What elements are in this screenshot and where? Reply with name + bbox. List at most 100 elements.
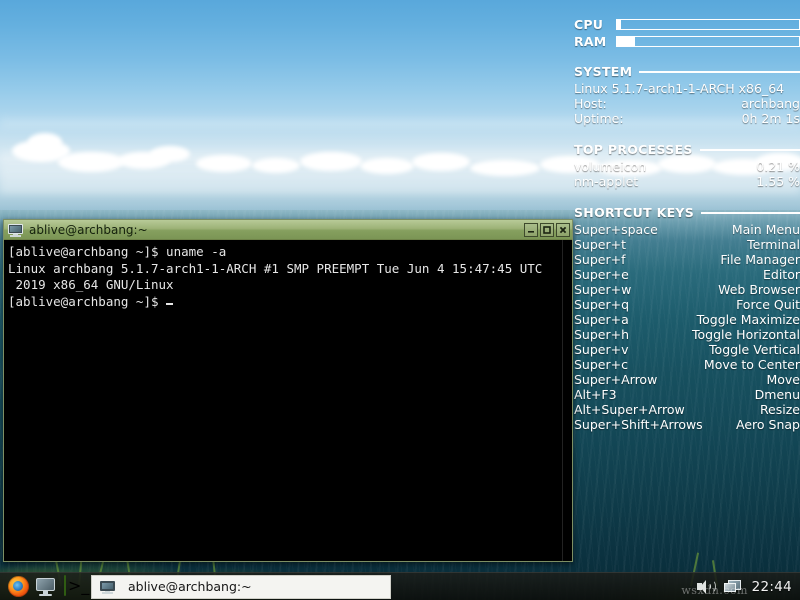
shortcut-key: Super+c — [574, 357, 628, 372]
shortcut-action: Web Browser — [718, 282, 800, 297]
system-section-header: SYSTEM — [574, 64, 800, 79]
section-rule — [700, 149, 800, 151]
terminal-cursor — [166, 303, 173, 305]
shortcut-key: Super+e — [574, 267, 629, 282]
shortcut-key: Super+v — [574, 342, 629, 357]
shortcut-keys-section-header: SHORTCUT KEYS — [574, 205, 800, 220]
clock[interactable]: 22:44 — [752, 579, 792, 595]
system-section-title: SYSTEM — [574, 64, 632, 79]
process-row: nm-applet 1.55 % — [574, 174, 800, 189]
uptime-row: Uptime: 0h 2m 1s — [574, 111, 800, 126]
shortcut-action: Editor — [763, 267, 800, 282]
firefox-icon[interactable] — [8, 576, 29, 597]
task-list: ablive@archbang:~ — [91, 575, 391, 599]
task-button-terminal[interactable]: ablive@archbang:~ — [91, 575, 391, 599]
cloud-puff — [412, 153, 470, 171]
cloud-puff — [360, 158, 414, 174]
shortcut-action: Move — [766, 372, 800, 387]
cpu-meter-row: CPU — [574, 18, 800, 31]
shortcut-keys-section-title: SHORTCUT KEYS — [574, 205, 694, 220]
top-processes-section-title: TOP PROCESSES — [574, 142, 693, 157]
shortcut-key: Alt+Super+Arrow — [574, 402, 685, 417]
shortcut-action: Force Quit — [736, 297, 800, 312]
terminal-titlebar[interactable]: ablive@archbang:~ — [4, 220, 572, 240]
cloud-puff — [470, 160, 540, 176]
terminal-icon[interactable]: >_ — [62, 576, 83, 597]
cloud-puff — [58, 152, 124, 172]
ram-meter-label: RAM — [574, 34, 612, 49]
shortcut-row: Super+q Force Quit — [574, 297, 800, 312]
close-button[interactable] — [556, 223, 570, 237]
shortcut-row: Super+space Main Menu — [574, 222, 800, 237]
process-row: volumeicon 0.21 % — [574, 159, 800, 174]
shortcut-row: Super+c Move to Center — [574, 357, 800, 372]
shortcut-key: Super+f — [574, 252, 626, 267]
process-cpu: 0.21 % — [756, 159, 800, 174]
shortcut-row: Super+Arrow Move — [574, 372, 800, 387]
shortcut-action: Toggle Vertical — [709, 342, 800, 357]
terminal-output[interactable]: [ablive@archbang ~]$ uname -aLinux archb… — [4, 240, 562, 561]
ram-meter-row: RAM — [574, 35, 800, 48]
shortcut-key: Super+t — [574, 237, 626, 252]
shortcut-key: Super+q — [574, 297, 629, 312]
shortcut-action: Dmenu — [755, 387, 800, 402]
shortcut-key: Super+h — [574, 327, 629, 342]
section-rule — [701, 212, 800, 214]
host-row: Host: archbang — [574, 96, 800, 111]
shortcut-action: Toggle Maximize — [697, 312, 800, 327]
shortcut-row: Super+w Web Browser — [574, 282, 800, 297]
conky-system-monitor: CPU RAM SYSTEM Linux 5.1.7-arch1-1-ARCH … — [574, 18, 800, 432]
process-name: nm-applet — [574, 174, 638, 189]
window-controls — [524, 223, 570, 237]
kernel-version-line: Linux 5.1.7-arch1-1-ARCH x86_64 — [574, 81, 800, 96]
uptime-value: 0h 2m 1s — [742, 111, 800, 126]
terminal-line: [ablive@archbang ~]$ — [8, 294, 559, 311]
network-icon[interactable] — [724, 579, 742, 595]
shortcut-key: Super+a — [574, 312, 629, 327]
scrollbar-thumb[interactable] — [564, 240, 571, 561]
system-tray: 22:44 — [696, 579, 800, 595]
minimize-button[interactable] — [524, 223, 538, 237]
shortcut-action: Aero Snap — [736, 417, 800, 432]
terminal-line: [ablive@archbang ~]$ uname -a — [8, 244, 559, 261]
terminal-window-title: ablive@archbang:~ — [29, 223, 524, 237]
cloud-puff — [150, 146, 190, 162]
cpu-meter-fill — [617, 20, 621, 29]
shortcut-key: Super+Arrow — [574, 372, 657, 387]
terminal-line: Linux archbang 5.1.7-arch1-1-ARCH #1 SMP… — [8, 261, 559, 278]
shortcut-action: Resize — [760, 402, 800, 417]
shortcut-row: Super+h Toggle Horizontal — [574, 327, 800, 342]
shortcut-action: Main Menu — [732, 222, 800, 237]
shortcut-row: Super+v Toggle Vertical — [574, 342, 800, 357]
terminal-body[interactable]: [ablive@archbang ~]$ uname -aLinux archb… — [4, 240, 572, 561]
top-processes-section-header: TOP PROCESSES — [574, 142, 800, 157]
display-icon[interactable] — [35, 576, 56, 597]
maximize-button[interactable] — [540, 223, 554, 237]
uptime-label: Uptime: — [574, 111, 624, 126]
host-label: Host: — [574, 96, 607, 111]
cpu-meter-label: CPU — [574, 17, 612, 32]
shortcut-action: Toggle Horizontal — [692, 327, 800, 342]
terminal-scrollbar[interactable] — [562, 240, 572, 561]
shortcut-action: File Manager — [720, 252, 800, 267]
shortcut-row: Super+Shift+ArrowsAero Snap — [574, 417, 800, 432]
terminal-window[interactable]: ablive@archbang:~ [ablive@archbang ~]$ u… — [3, 219, 573, 562]
terminal-window-icon — [8, 223, 23, 237]
task-button-label: ablive@archbang:~ — [128, 579, 252, 594]
shortcut-row: Super+t Terminal — [574, 237, 800, 252]
volume-icon[interactable] — [696, 579, 714, 595]
shortcut-action: Move to Center — [704, 357, 800, 372]
terminal-line: 2019 x86_64 GNU/Linux — [8, 277, 559, 294]
shortcut-key: Super+space — [574, 222, 658, 237]
cloud-puff — [300, 152, 362, 171]
ram-meter-track — [616, 36, 800, 47]
terminal-window-icon — [100, 580, 115, 594]
process-name: volumeicon — [574, 159, 646, 174]
shortcut-key: Alt+F3 — [574, 387, 617, 402]
process-cpu: 1.55 % — [756, 174, 800, 189]
shortcut-row: Alt+Super+Arrow Resize — [574, 402, 800, 417]
section-rule — [639, 71, 800, 73]
shortcut-key: Super+w — [574, 282, 631, 297]
shortcut-row: Super+a Toggle Maximize — [574, 312, 800, 327]
shortcut-action: Terminal — [747, 237, 800, 252]
